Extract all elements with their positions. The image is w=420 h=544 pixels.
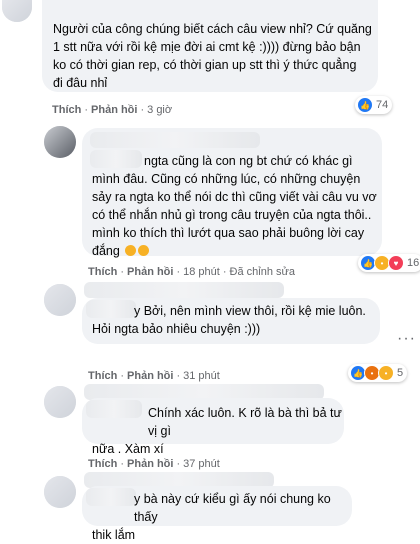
like-link[interactable]: Thích (88, 370, 117, 382)
reply-link[interactable]: Phản hồi (127, 458, 173, 470)
reaction-summary[interactable]: 👍 • • 5 (348, 364, 408, 382)
avatar[interactable] (44, 284, 76, 316)
avatar[interactable] (44, 126, 76, 158)
author-name-redacted[interactable] (90, 132, 260, 148)
like-icon: 👍 (357, 97, 373, 113)
reaction-summary[interactable]: 👍 • ♥ 16 (358, 254, 420, 272)
comment-line: Chính xác luôn. K rõ là bà thì bả tư vị … (148, 406, 342, 438)
like-link[interactable]: Thích (88, 458, 117, 470)
comment-line: y Bởi, nên mình view thôi, rồi kệ mie lu… (134, 304, 366, 318)
avatar[interactable] (44, 386, 76, 418)
comment-text: y Bởi, nên mình view thôi, rồi kệ mie lu… (92, 302, 380, 338)
comment-actions: Thích · Phản hồi · 37 phút (88, 458, 220, 470)
comment-line: mình ko thích thì lướt qua sao phải buôn… (92, 226, 365, 240)
comment-text: Chính xác luôn. K rõ là bà thì bả tư vị … (92, 404, 342, 458)
comment-line: ko có thời gian rep, có thời gian up stt… (53, 58, 357, 72)
comment-time[interactable]: 18 phút (183, 266, 220, 278)
reaction-count: 5 (397, 367, 404, 379)
comment-line: Người của công chúng biết cách câu view … (53, 22, 372, 36)
comment-time[interactable]: 37 phút (183, 458, 220, 470)
comment-line: ngta cũng là con ng bt chứ có khác gì (144, 154, 353, 168)
like-link[interactable]: Thích (52, 104, 81, 116)
comment-text: ngta cũng là con ng bt chứ có khác gì mì… (92, 152, 382, 260)
comment-line: đi đâu nhỉ (53, 76, 108, 90)
comment-line: sảy ra ngta ko thể nói dc thì cũng viết … (92, 190, 377, 204)
reply-link[interactable]: Phản hồi (127, 370, 173, 382)
comment-line: y bà này cứ kiểu gì ấy nói chung ko thấy (134, 492, 331, 524)
love-icon: ♥ (388, 255, 404, 271)
reply-link[interactable]: Phản hồi (91, 104, 137, 116)
comment-line: Hỏi ngta bảo nhiêu chuyện :))) (92, 322, 261, 336)
sad-emoji-icon (125, 245, 137, 256)
comment-text: Người của công chúng biết cách câu view … (53, 20, 373, 92)
reply-link[interactable]: Phản hồi (127, 266, 173, 278)
reaction-summary[interactable]: 👍 74 (355, 96, 393, 114)
reaction-count: 16 (407, 257, 420, 269)
comment-actions: Thích · Phản hồi · 31 phút (88, 370, 220, 382)
like-link[interactable]: Thích (88, 266, 117, 278)
more-options-icon[interactable]: ··· (397, 330, 416, 348)
comment-line: đắng (92, 242, 382, 260)
comment-actions: Thích · Phản hồi · 18 phút · Đã chỉnh sửa (88, 266, 295, 278)
avatar[interactable] (2, 0, 32, 22)
comment-line: thik lắm (92, 528, 136, 542)
reaction-count: 74 (376, 99, 389, 111)
comment-line: 1 stt nữa với rồi kệ mịe đời ai cmt kệ :… (53, 40, 361, 54)
author-name-redacted[interactable] (84, 282, 284, 298)
comment-line: mình đâu. Cũng có những lúc, có những ch… (92, 172, 361, 186)
comment-time[interactable]: 3 giờ (147, 104, 172, 116)
comment-line: nữa . Xàm xí (92, 442, 164, 456)
comment-line: có thể nhắn nhủ gì trong câu truyện của … (92, 208, 372, 222)
sad-emoji-icon (138, 245, 150, 256)
comment-text: y bà này cứ kiểu gì ấy nói chung ko thấy… (92, 490, 350, 544)
edited-label: Đã chỉnh sửa (229, 266, 295, 278)
comment-actions: Thích · Phản hồi · 3 giờ (52, 104, 173, 116)
avatar[interactable] (44, 476, 76, 508)
comment-time[interactable]: 31 phút (183, 370, 220, 382)
sad-icon: • (378, 365, 394, 381)
